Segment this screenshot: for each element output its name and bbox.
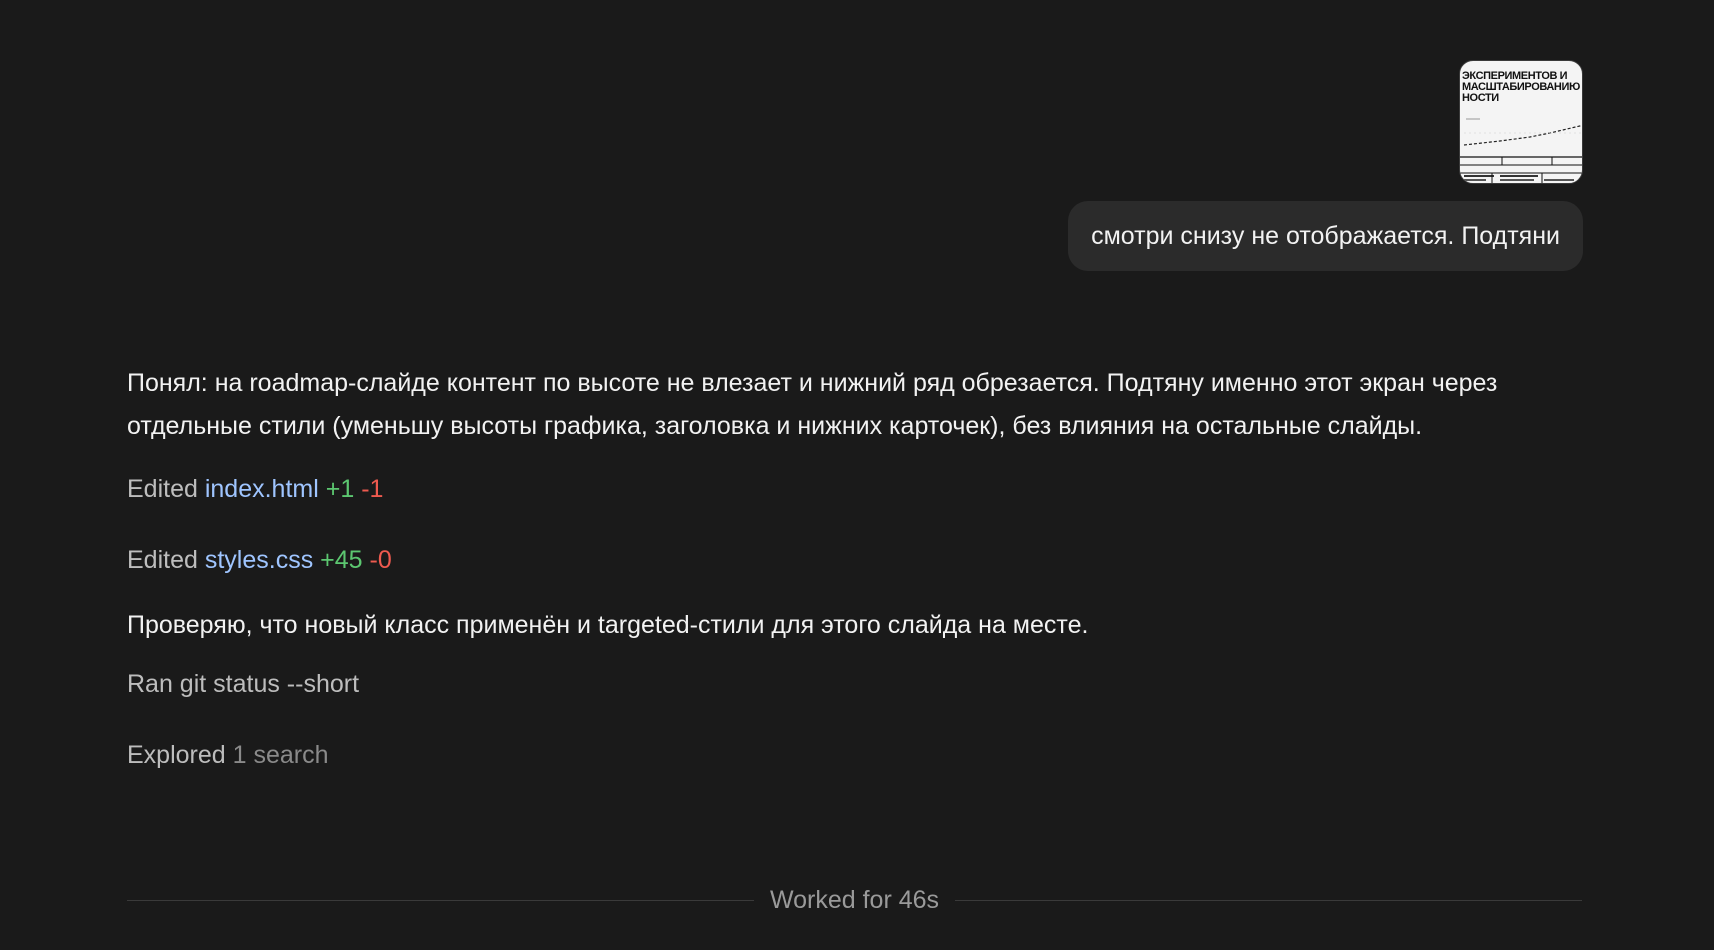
edit-verb: Edited bbox=[127, 475, 198, 503]
ran-command-entry[interactable]: Ran git status --short bbox=[127, 669, 1587, 699]
attachment-thumbnail[interactable]: ЭКСПЕРИМЕНТОВ И МАСШТАБИРОВАНИЮ НОСТИ bbox=[1459, 60, 1583, 184]
divider-line-left bbox=[127, 899, 754, 901]
explored-entry[interactable]: Explored 1 search bbox=[127, 740, 1587, 770]
assistant-check-text: Проверяю, что новый класс применён и tar… bbox=[127, 611, 1089, 639]
lines-added: +1 bbox=[325, 475, 355, 503]
worked-duration-divider: Worked for 46s bbox=[127, 885, 1582, 915]
file-link-styles-css[interactable]: styles.css bbox=[205, 546, 313, 574]
lines-removed: -1 bbox=[361, 475, 384, 503]
edit-verb: Edited bbox=[127, 546, 198, 574]
assistant-response: Понял: на roadmap-слайде контент по высо… bbox=[127, 362, 1587, 770]
assistant-intro-text: Понял: на roadmap-слайде контент по высо… bbox=[127, 369, 1498, 440]
divider-line-right bbox=[955, 899, 1582, 901]
user-message: ЭКСПЕРИМЕНТОВ И МАСШТАБИРОВАНИЮ НОСТИ см… bbox=[1068, 60, 1583, 271]
chat-transcript: ЭКСПЕРИМЕНТОВ И МАСШТАБИРОВАНИЮ НОСТИ см… bbox=[0, 0, 1714, 950]
attachment-title: ЭКСПЕРИМЕНТОВ И МАСШТАБИРОВАНИЮ НОСТИ bbox=[1462, 70, 1580, 104]
user-message-bubble: смотри снизу не отображается. Подтяни bbox=[1068, 201, 1583, 271]
edit-entry-index[interactable]: Edited index.html +1 -1 bbox=[127, 474, 1587, 504]
file-link-index-html[interactable]: index.html bbox=[205, 475, 319, 503]
explored-detail: 1 search bbox=[232, 741, 329, 769]
explored-verb: Explored bbox=[127, 741, 226, 769]
worked-duration-label: Worked for 46s bbox=[769, 885, 940, 914]
lines-added: +45 bbox=[320, 546, 363, 574]
lines-removed: -0 bbox=[369, 546, 392, 574]
edit-entry-styles[interactable]: Edited styles.css +45 -0 bbox=[127, 545, 1587, 575]
